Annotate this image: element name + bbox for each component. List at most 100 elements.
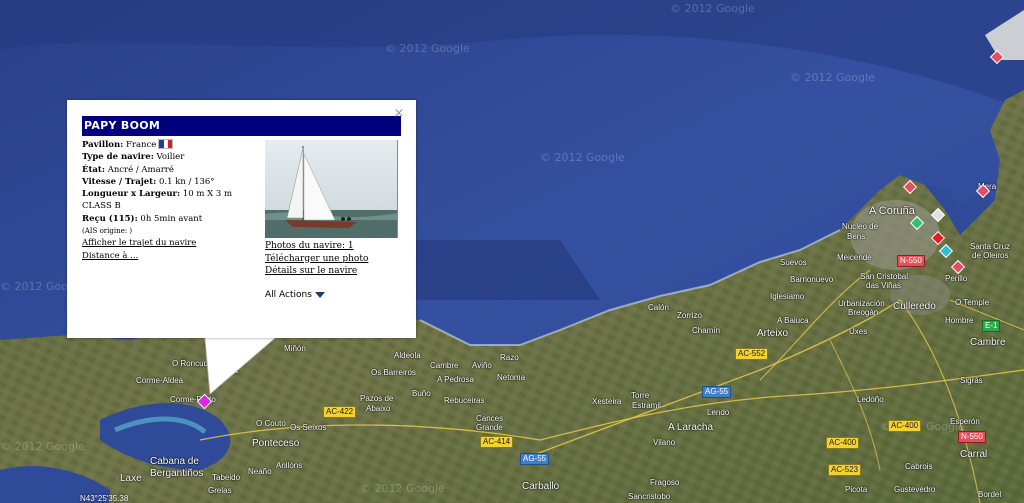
map-watermark: © 2012 Google	[670, 2, 755, 15]
place-label: Cambre	[430, 361, 459, 370]
vessel-photos-link[interactable]: Photos du navire: 1	[265, 241, 354, 251]
ais-origin: (AIS origine: )	[82, 227, 133, 236]
caret-down-icon	[314, 291, 325, 298]
road-shield: AG-55	[702, 386, 732, 398]
place-label: Sancristobo	[628, 492, 671, 501]
place-label: Buño	[412, 389, 431, 398]
all-actions-dropdown[interactable]: All Actions	[265, 290, 325, 300]
place-label: Xesteira	[592, 397, 622, 406]
place-label: Torre	[631, 391, 650, 400]
place-label: Miñón	[284, 344, 306, 353]
place-label: Suevos	[780, 258, 807, 267]
place-label: Bordel	[978, 490, 1002, 499]
place-label: Lendo	[707, 408, 730, 417]
france-flag-icon	[158, 139, 174, 149]
place-label: Nucleo de	[842, 222, 879, 231]
place-label: Grelas	[208, 486, 232, 495]
map-watermark: © 2012 Google	[385, 42, 470, 55]
place-label: O Couto	[256, 419, 286, 428]
place-label: Chamín	[692, 326, 721, 335]
road-shield: AC-523	[828, 464, 862, 476]
place-label: Ponteceso	[252, 438, 300, 449]
type-row: Type de navire: Voilier	[82, 152, 185, 163]
place-label: Netoma	[497, 373, 526, 382]
map-watermark: © 2012 Google	[0, 440, 85, 453]
road-shield: N-550	[958, 431, 986, 443]
place-label: O Roncudo	[172, 359, 213, 368]
place-label: Bergantiños	[150, 468, 204, 479]
place-label: Vilano	[653, 438, 676, 447]
map-watermark: © 2012 Google	[360, 482, 445, 495]
place-label: Aldeola	[394, 351, 421, 360]
place-label: Aviño	[472, 361, 492, 370]
road-shield: AC-552	[735, 348, 769, 360]
show-track-link[interactable]: Afficher le trajet du navire	[82, 238, 196, 248]
distance-link[interactable]: Distance à ...	[82, 251, 138, 261]
vessel-links: Photos du navire: 1 Télécharger une phot…	[265, 240, 368, 278]
place-label: Zorrizo	[677, 311, 702, 320]
place-label: Barrionuevo	[790, 275, 834, 284]
coordinates-readout: N43°25'35.38	[80, 494, 129, 503]
place-label: Neaño	[248, 467, 272, 476]
place-label: Iglesiamo	[770, 292, 805, 301]
place-label: Laxe	[120, 473, 142, 484]
place-label: Razo	[500, 353, 519, 362]
speed-row: Vitesse / Trajet: 0.1 kn / 136°	[82, 176, 215, 187]
upload-photo-link[interactable]: Télécharger une photo	[265, 254, 368, 264]
place-label: Carral	[960, 449, 988, 460]
place-label: Arteixo	[757, 328, 789, 339]
place-label: Uxes	[849, 327, 868, 336]
place-label: Os Barreiros	[371, 368, 416, 377]
place-label: Culleredo	[893, 301, 936, 312]
road-shield: E-1	[982, 320, 1001, 332]
vessel-info-popup: PAPY BOOM Pavillon: France Type de navir…	[67, 100, 416, 338]
place-label: A Baiuca	[777, 316, 809, 325]
road-shield: AC-400	[826, 437, 860, 449]
place-label: Corme-Aldea	[136, 376, 184, 385]
vessel-name-title: PAPY BOOM	[82, 116, 401, 136]
vessel-photo[interactable]	[265, 140, 398, 238]
place-label: A Laracha	[668, 422, 714, 433]
place-label: Cances	[476, 414, 504, 423]
place-label: Calón	[648, 303, 669, 312]
state-row: État: Ancré / Amarré	[82, 164, 174, 175]
place-label: Os Seixos	[290, 423, 327, 432]
place-label: Anllóns	[276, 461, 303, 470]
place-label: A Costa	[210, 366, 239, 375]
place-label: Fragoso	[650, 478, 680, 487]
place-label: Sigrás	[960, 376, 983, 385]
road-shield: AC-414	[480, 436, 514, 448]
place-label: Tabeido	[212, 473, 241, 482]
place-label: Bens	[847, 232, 866, 241]
place-label: Breogán	[848, 308, 879, 317]
place-label: Picota	[845, 485, 868, 494]
place-label: Pazos de	[360, 394, 394, 403]
place-label: Cabana de	[150, 456, 199, 467]
road-shield: AC-422	[323, 406, 357, 418]
road-shield: AG-55	[520, 453, 550, 465]
received-row: Reçu (115): 0h 5min avant	[82, 213, 203, 224]
map-watermark: © 2012 Google	[540, 151, 625, 164]
place-label: Meicende	[837, 253, 872, 262]
place-label: de Oleiros	[972, 251, 1009, 260]
place-label: Urbanización	[838, 299, 885, 308]
place-label: A Coruña	[869, 205, 915, 217]
place-label: Santa Cruz	[970, 242, 1011, 251]
flag-row: Pavillon: France	[82, 139, 264, 151]
vessel-details: Pavillon: France Type de navire: Voilier…	[82, 139, 264, 262]
place-label: Rebuceiras	[444, 396, 485, 405]
place-label: Esperón	[950, 417, 980, 426]
vessel-details-link[interactable]: Détails sur le navire	[265, 266, 357, 276]
place-label: San Cristobal	[860, 272, 909, 281]
place-label: Hombre	[945, 316, 974, 325]
place-label: Cambre	[970, 337, 1006, 348]
place-label: Ledoño	[857, 395, 884, 404]
road-shield: N-550	[897, 255, 925, 267]
road-shield: AC-400	[888, 420, 922, 432]
place-label: Abaixo	[366, 404, 391, 413]
place-label: das Viñas	[866, 281, 901, 290]
class-row: CLASS B	[82, 201, 121, 212]
close-icon[interactable]: ×	[393, 107, 405, 120]
place-label: Carballo	[522, 481, 560, 492]
place-label: Cabrois	[905, 462, 933, 471]
